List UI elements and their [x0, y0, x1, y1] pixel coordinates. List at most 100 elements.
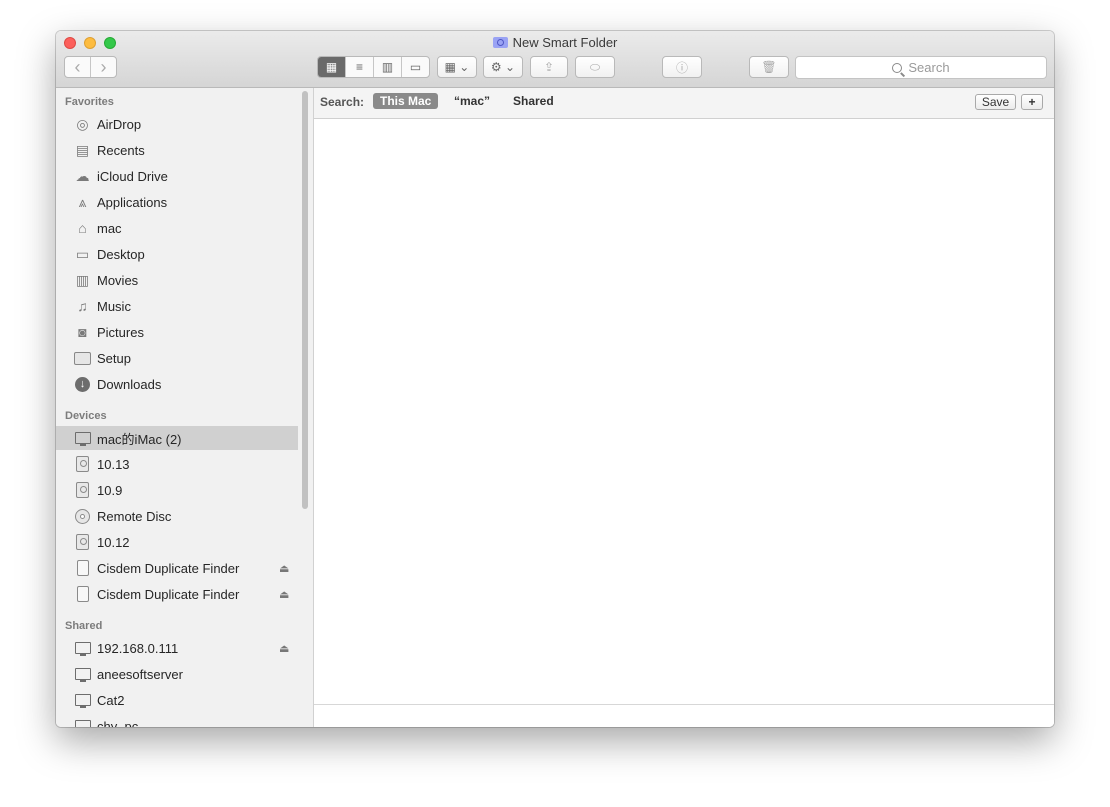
scope-this-mac[interactable]: This Mac	[373, 93, 439, 109]
column-view-button[interactable]: ▥	[374, 57, 402, 77]
group-icon: ▦ ⌄	[444, 60, 470, 74]
devices-header: Devices	[65, 410, 107, 422]
sidebar-item-cisdem-duplicate-finder[interactable]: Cisdem Duplicate Finder ⏏	[56, 556, 298, 580]
columns-icon: ▥	[381, 60, 394, 74]
sidebar-item-mac[interactable]: ⌂ mac	[56, 216, 298, 240]
scope-label: Search:	[320, 95, 365, 109]
shared-header: Shared	[65, 620, 103, 632]
drive-icon	[73, 585, 92, 603]
recents-icon: ▤	[75, 141, 90, 158]
action-button[interactable]: ⚙ ⌄	[483, 56, 523, 78]
share-button[interactable]: ⇪	[530, 56, 568, 78]
sidebar-item-label: Desktop	[97, 246, 145, 262]
sidebar-item-label: Cisdem Duplicate Finder	[97, 560, 240, 576]
sidebar-item-downloads[interactable]: ↓ Downloads	[56, 372, 298, 396]
icon-view-button[interactable]: ▦	[318, 57, 346, 77]
sidebar-item-cat2[interactable]: Cat2	[56, 688, 298, 712]
sidebar-scrollbar[interactable]	[302, 91, 308, 509]
eject-icon[interactable]: ⏏	[279, 642, 289, 655]
forward-button[interactable]: ›	[91, 57, 116, 77]
search-icon	[892, 62, 903, 73]
sidebar-item-label: AirDrop	[97, 116, 142, 132]
sidebar-item-airdrop[interactable]: ◎ AirDrop	[56, 112, 298, 136]
sidebar-item-label: Movies	[97, 272, 139, 288]
chevron-right-icon: ›	[100, 56, 107, 77]
sidebar-item-aneesoftserver[interactable]: aneesoftserver	[56, 662, 298, 686]
tag-icon: ⬭	[589, 59, 601, 74]
chevron-left-icon: ‹	[74, 56, 81, 77]
save-button[interactable]: Save	[975, 94, 1016, 110]
search-scope-bar: Search: This Mac “mac” Shared Save +	[314, 88, 1054, 119]
download-icon: ↓	[73, 375, 92, 393]
window-title-text: New Smart Folder	[512, 35, 618, 50]
sidebar-item-remote-disc[interactable]: Remote Disc	[56, 504, 298, 528]
disk-icon	[73, 481, 92, 499]
sidebar-item-chy-pc[interactable]: chy_pc	[56, 714, 298, 727]
sidebar-item-label: mac	[97, 220, 122, 236]
sidebar-item-10-12[interactable]: 10.12	[56, 530, 298, 554]
favorites-header: Favorites	[65, 96, 114, 108]
eject-icon[interactable]: ⏏	[279, 588, 289, 601]
sidebar-item-label: 10.12	[97, 534, 130, 550]
view-mode-control: ▦ ≡ ▥ ▭	[317, 56, 430, 78]
sidebar-item-10-9[interactable]: 10.9	[56, 478, 298, 502]
list-icon: ≡	[355, 60, 363, 74]
sidebar: Favorites ◎ AirDrop ▤ Recents ☁ iCloud Driv…	[56, 88, 314, 727]
sidebar-item-label: Downloads	[97, 376, 162, 392]
grid-icon: ▦	[325, 60, 338, 74]
disk-icon	[73, 455, 92, 473]
add-criteria-button[interactable]: +	[1021, 94, 1043, 110]
sidebar-item-192-168-0-111[interactable]: 192.168.0.111 ⏏	[56, 636, 298, 660]
airdrop-icon: ◎	[76, 115, 89, 132]
desktop-icon: ▭	[75, 245, 90, 262]
folder-icon	[73, 349, 92, 367]
sidebar-item-label: iCloud Drive	[97, 168, 168, 184]
sidebar-item-label: Applications	[97, 194, 168, 210]
scope-mac-folder[interactable]: “mac”	[447, 93, 497, 109]
window-title: New Smart Folder	[56, 35, 1054, 50]
sidebar-item-desktop[interactable]: ▭ Desktop	[56, 242, 298, 266]
share-icon: ⇪	[543, 60, 555, 74]
cover-flow-button[interactable]: ▭	[402, 57, 429, 77]
monitor-icon	[73, 691, 92, 709]
list-view-button[interactable]: ≡	[346, 57, 374, 77]
cover-flow-icon: ▭	[409, 60, 422, 74]
sidebar-item-label: 192.168.0.111	[97, 640, 179, 656]
sidebar-item-recents[interactable]: ▤ Recents	[56, 138, 298, 162]
sidebar-item-label: Remote Disc	[97, 508, 172, 524]
search-placeholder: Search	[908, 60, 950, 75]
search-field[interactable]: Search	[795, 56, 1047, 79]
monitor-icon	[73, 665, 92, 683]
sidebar-item-label: Recents	[97, 142, 145, 158]
back-button[interactable]: ‹	[65, 57, 91, 77]
sidebar-item-label: Setup	[97, 350, 131, 366]
trash-button[interactable]: 🗑	[749, 56, 789, 78]
applications-icon: ⩓	[78, 193, 87, 210]
cd-icon	[73, 507, 92, 525]
sidebar-item-icloud-drive[interactable]: ☁ iCloud Drive	[56, 164, 298, 188]
eject-icon[interactable]: ⏏	[279, 562, 289, 575]
monitor-icon	[73, 639, 92, 657]
sidebar-item-pictures[interactable]: ◙ Pictures	[56, 320, 298, 344]
sidebar-item-label: Cat2	[97, 692, 125, 708]
sidebar-item-music[interactable]: ♫ Music	[56, 294, 298, 318]
sidebar-item-applications[interactable]: ⩓ Applications	[56, 190, 298, 214]
sidebar-item-imac[interactable]: mac的iMac (2)	[56, 426, 298, 450]
sidebar-item-label: 10.9	[97, 482, 123, 498]
sidebar-item-10-13[interactable]: 10.13	[56, 452, 298, 476]
scope-shared[interactable]: Shared	[506, 93, 561, 109]
gear-icon: ⚙ ⌄	[490, 60, 516, 74]
info-button[interactable]: ⓘ	[662, 56, 702, 78]
sidebar-item-label: 10.13	[97, 456, 130, 472]
music-icon: ♫	[77, 298, 88, 314]
path-bar	[314, 704, 1054, 727]
camera-icon: ◙	[78, 324, 87, 340]
sidebar-item-setup[interactable]: Setup	[56, 346, 298, 370]
film-icon: ▥	[75, 271, 90, 288]
sidebar-item-label: Music	[97, 298, 131, 314]
tag-button[interactable]: ⬭	[575, 56, 615, 78]
sidebar-item-cisdem-duplicate-finder-2[interactable]: Cisdem Duplicate Finder ⏏	[56, 582, 298, 606]
sidebar-item-movies[interactable]: ▥ Movies	[56, 268, 298, 292]
sidebar-item-label: aneesoftserver	[97, 666, 183, 682]
group-button[interactable]: ▦ ⌄	[437, 56, 477, 78]
